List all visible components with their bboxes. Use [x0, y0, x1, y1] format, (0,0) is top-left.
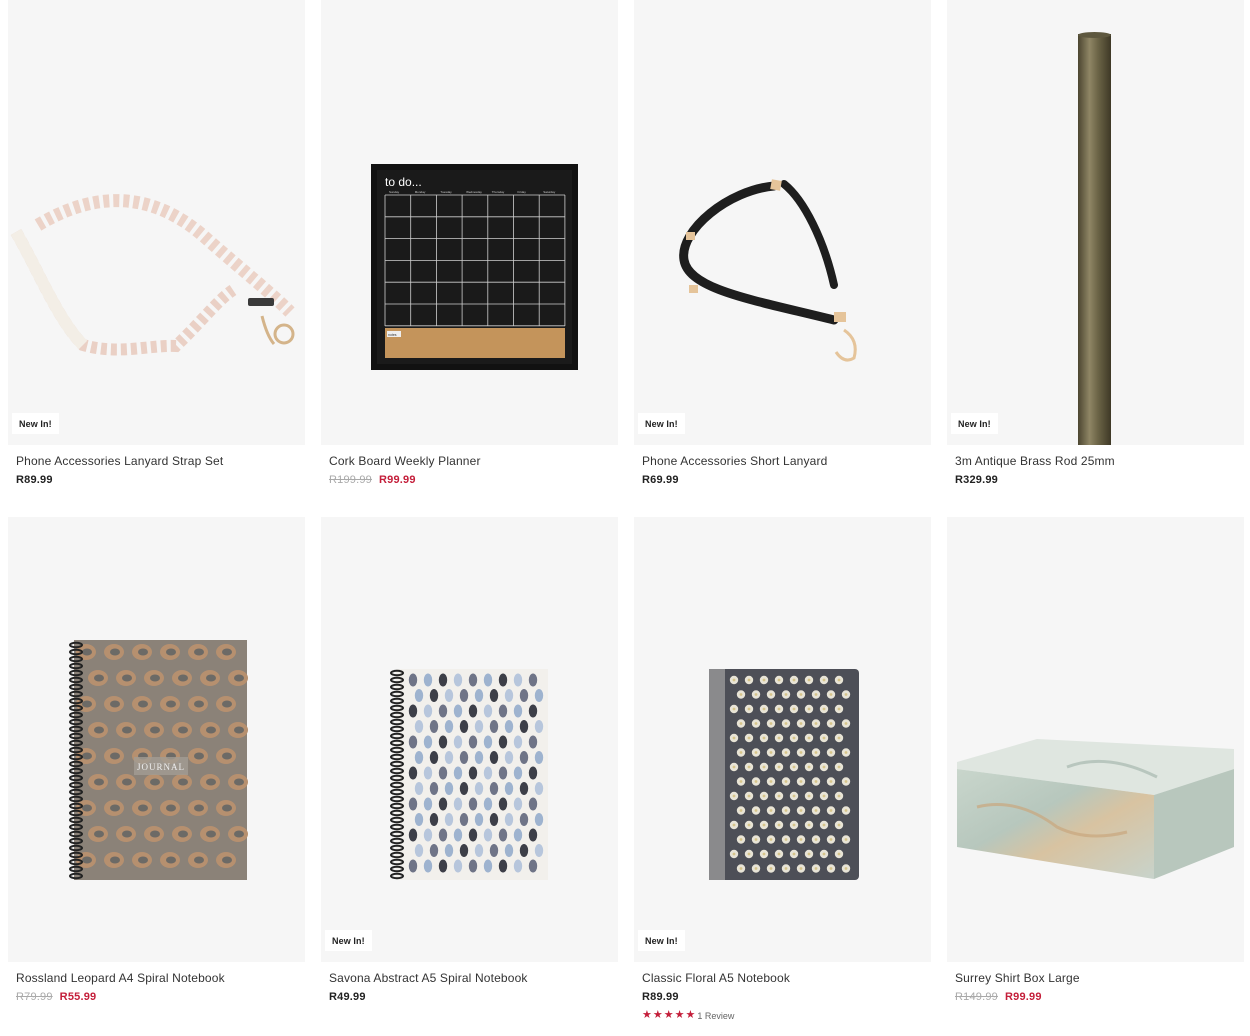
original-price: R149.99 [955, 991, 998, 1003]
product-name[interactable]: Rossland Leopard A4 Spiral Notebook [16, 971, 225, 985]
product-name[interactable]: Phone Accessories Short Lanyard [642, 454, 827, 468]
product-price: R199.99 R99.99 [329, 474, 416, 486]
current-price: R329.99 [955, 474, 998, 486]
journal-label: JOURNAL [137, 762, 185, 772]
sale-price: R55.99 [59, 991, 97, 1003]
product-name[interactable]: Cork Board Weekly Planner [329, 454, 481, 468]
original-price: R79.99 [16, 991, 53, 1003]
product-price: R89.99 [16, 474, 53, 486]
svg-text:Wednesday: Wednesday [466, 190, 482, 194]
product-card[interactable]: New In! Phone Accessories Lanyard Strap … [8, 0, 305, 517]
product-card[interactable]: New In! 3m Antique Brass Rod 25mm R329.9… [947, 0, 1244, 517]
product-name[interactable]: Surrey Shirt Box Large [955, 971, 1080, 985]
product-card[interactable]: to do... Sunday Monday Tuesday Wednesday Thu… [321, 0, 618, 517]
original-price: R199.99 [329, 474, 372, 486]
product-image[interactable] [947, 517, 1244, 962]
product-image[interactable]: to do... Sunday Monday Tuesday Wednesday Thu… [321, 0, 618, 445]
product-name[interactable]: Savona Abstract A5 Spiral Notebook [329, 971, 528, 985]
short-lanyard-image [679, 179, 857, 362]
product-card[interactable]: JOURNAL Rossland Leopard A4 Spiral Noteb… [8, 517, 305, 1036]
product-name[interactable]: Classic Floral A5 Notebook [642, 971, 790, 985]
sale-price: R99.99 [1005, 991, 1042, 1003]
current-price: R49.99 [329, 991, 366, 1003]
new-in-badge: New In! [12, 413, 59, 434]
product-card[interactable]: New In! Phone Accessories Short Lanyard … [634, 0, 931, 517]
product-grid: New In! Phone Accessories Lanyard Strap … [8, 0, 1244, 1036]
new-in-badge: New In! [325, 930, 372, 951]
product-image[interactable]: New In! [634, 0, 931, 445]
leopard-notebook-image: JOURNAL [69, 640, 248, 880]
lanyard-strap-image [10, 194, 295, 356]
svg-text:Friday: Friday [518, 190, 527, 194]
product-name[interactable]: 3m Antique Brass Rod 25mm [955, 454, 1115, 468]
sale-price: R99.99 [379, 474, 416, 486]
product-image[interactable]: New In! [634, 517, 931, 962]
product-rating[interactable]: ★ ★ ★ ★ ★ 1 Review [642, 1010, 734, 1021]
product-name[interactable]: Phone Accessories Lanyard Strap Set [16, 454, 223, 468]
svg-text:Monday: Monday [415, 190, 426, 194]
star-icon: ★ [642, 1009, 652, 1021]
new-in-badge: New In! [638, 930, 685, 951]
product-card[interactable]: New In! Classic Floral A5 Notebook R89.9… [634, 517, 931, 1036]
product-image[interactable]: New In! [8, 0, 305, 445]
notes-label: notes [388, 333, 397, 337]
product-image[interactable]: New In! [947, 0, 1244, 445]
svg-text:Tuesday: Tuesday [440, 190, 452, 194]
new-in-badge: New In! [951, 413, 998, 434]
abstract-notebook-image [390, 669, 548, 880]
product-price: R49.99 [329, 991, 366, 1003]
product-image[interactable]: JOURNAL [8, 517, 305, 962]
product-price: R79.99 R55.99 [16, 991, 96, 1003]
svg-text:Sunday: Sunday [389, 190, 400, 194]
planner-title: to do... [385, 175, 422, 189]
brass-rod-image [1078, 32, 1111, 445]
star-icon: ★ [685, 1009, 696, 1021]
product-price: R149.99 R99.99 [955, 991, 1042, 1003]
current-price: R89.99 [16, 474, 53, 486]
product-image[interactable]: New In! [321, 517, 618, 962]
cork-board-planner-image: to do... Sunday Monday Tuesday Wednesday Thu… [371, 164, 578, 370]
floral-notebook-image [709, 669, 859, 880]
svg-text:Thursday: Thursday [492, 190, 505, 194]
product-price: R329.99 [955, 474, 998, 486]
new-in-badge: New In! [638, 413, 685, 434]
current-price: R69.99 [642, 474, 679, 486]
current-price: R89.99 [642, 991, 679, 1003]
star-icon: ★ [652, 1009, 663, 1021]
product-card[interactable]: Surrey Shirt Box Large R149.99 R99.99 [947, 517, 1244, 1036]
star-icon: ★ [674, 1009, 685, 1021]
product-price: R89.99 [642, 991, 679, 1003]
product-price: R69.99 [642, 474, 679, 486]
shirt-box-image [957, 739, 1234, 879]
star-icon: ★ [663, 1009, 674, 1021]
review-count[interactable]: 1 Review [697, 1011, 734, 1021]
svg-text:Saturday: Saturday [543, 190, 556, 194]
product-card[interactable]: New In! Savona Abstract A5 Spiral Notebo… [321, 517, 618, 1036]
